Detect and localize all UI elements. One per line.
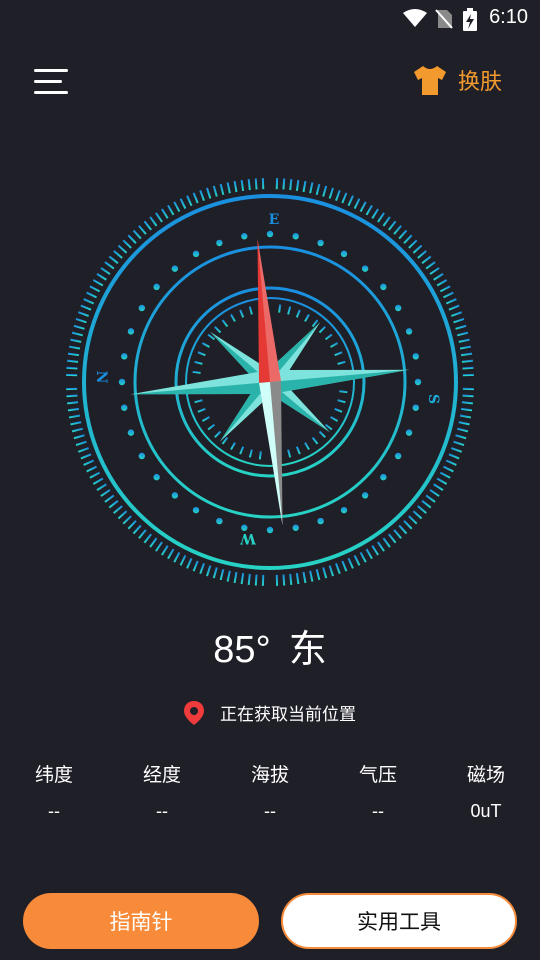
stat-label: 气压	[358, 764, 397, 786]
tshirt-icon	[413, 66, 446, 95]
location-text: 正在获取当前位置	[220, 705, 356, 725]
status-time: 6:10	[489, 6, 528, 28]
menu-button[interactable]	[34, 66, 68, 98]
stat-label: 经度	[142, 764, 181, 786]
compass-dial: N E S W	[66, 178, 474, 586]
skin-button[interactable]: 换肤	[412, 62, 502, 98]
heading-degrees: 85°	[213, 629, 271, 671]
cardinal-north: N	[93, 371, 109, 384]
cardinal-west: W	[240, 530, 257, 546]
stat-value: --	[372, 801, 384, 821]
stat-magnetic-field: 磁场 0uT	[436, 760, 536, 822]
heading-readout: 85° 东	[0, 618, 540, 673]
status-bar: 6:10	[0, 0, 540, 36]
stat-latitude: 纬度 --	[4, 760, 104, 822]
battery-charging-icon	[463, 8, 477, 31]
stat-value: 0uT	[470, 801, 502, 821]
compass-tab-button[interactable]: 指南针	[23, 893, 259, 949]
stat-altitude: 海拔 --	[220, 760, 320, 822]
stat-value: --	[264, 801, 276, 821]
cardinal-east: E	[269, 212, 280, 228]
sensor-stats: 纬度 -- 经度 -- 海拔 -- 气压 -- 磁场 0uT	[0, 760, 540, 830]
location-pin-icon	[184, 700, 204, 725]
stat-longitude: 经度 --	[112, 760, 212, 822]
tools-tab-button[interactable]: 实用工具	[281, 893, 517, 949]
stat-label: 海拔	[250, 764, 289, 786]
stat-value: --	[156, 801, 168, 821]
menu-icon	[34, 69, 68, 72]
wifi-icon	[403, 9, 427, 27]
skin-label: 换肤	[457, 70, 502, 95]
stat-label: 纬度	[34, 764, 73, 786]
stat-pressure: 气压 --	[328, 760, 428, 822]
heading-direction: 东	[288, 629, 327, 671]
no-sim-icon	[435, 9, 453, 29]
compass-rose	[130, 238, 410, 526]
location-status: 正在获取当前位置	[0, 700, 540, 725]
stat-value: --	[48, 801, 60, 821]
cardinal-south: S	[425, 394, 441, 404]
stat-label: 磁场	[466, 764, 505, 786]
